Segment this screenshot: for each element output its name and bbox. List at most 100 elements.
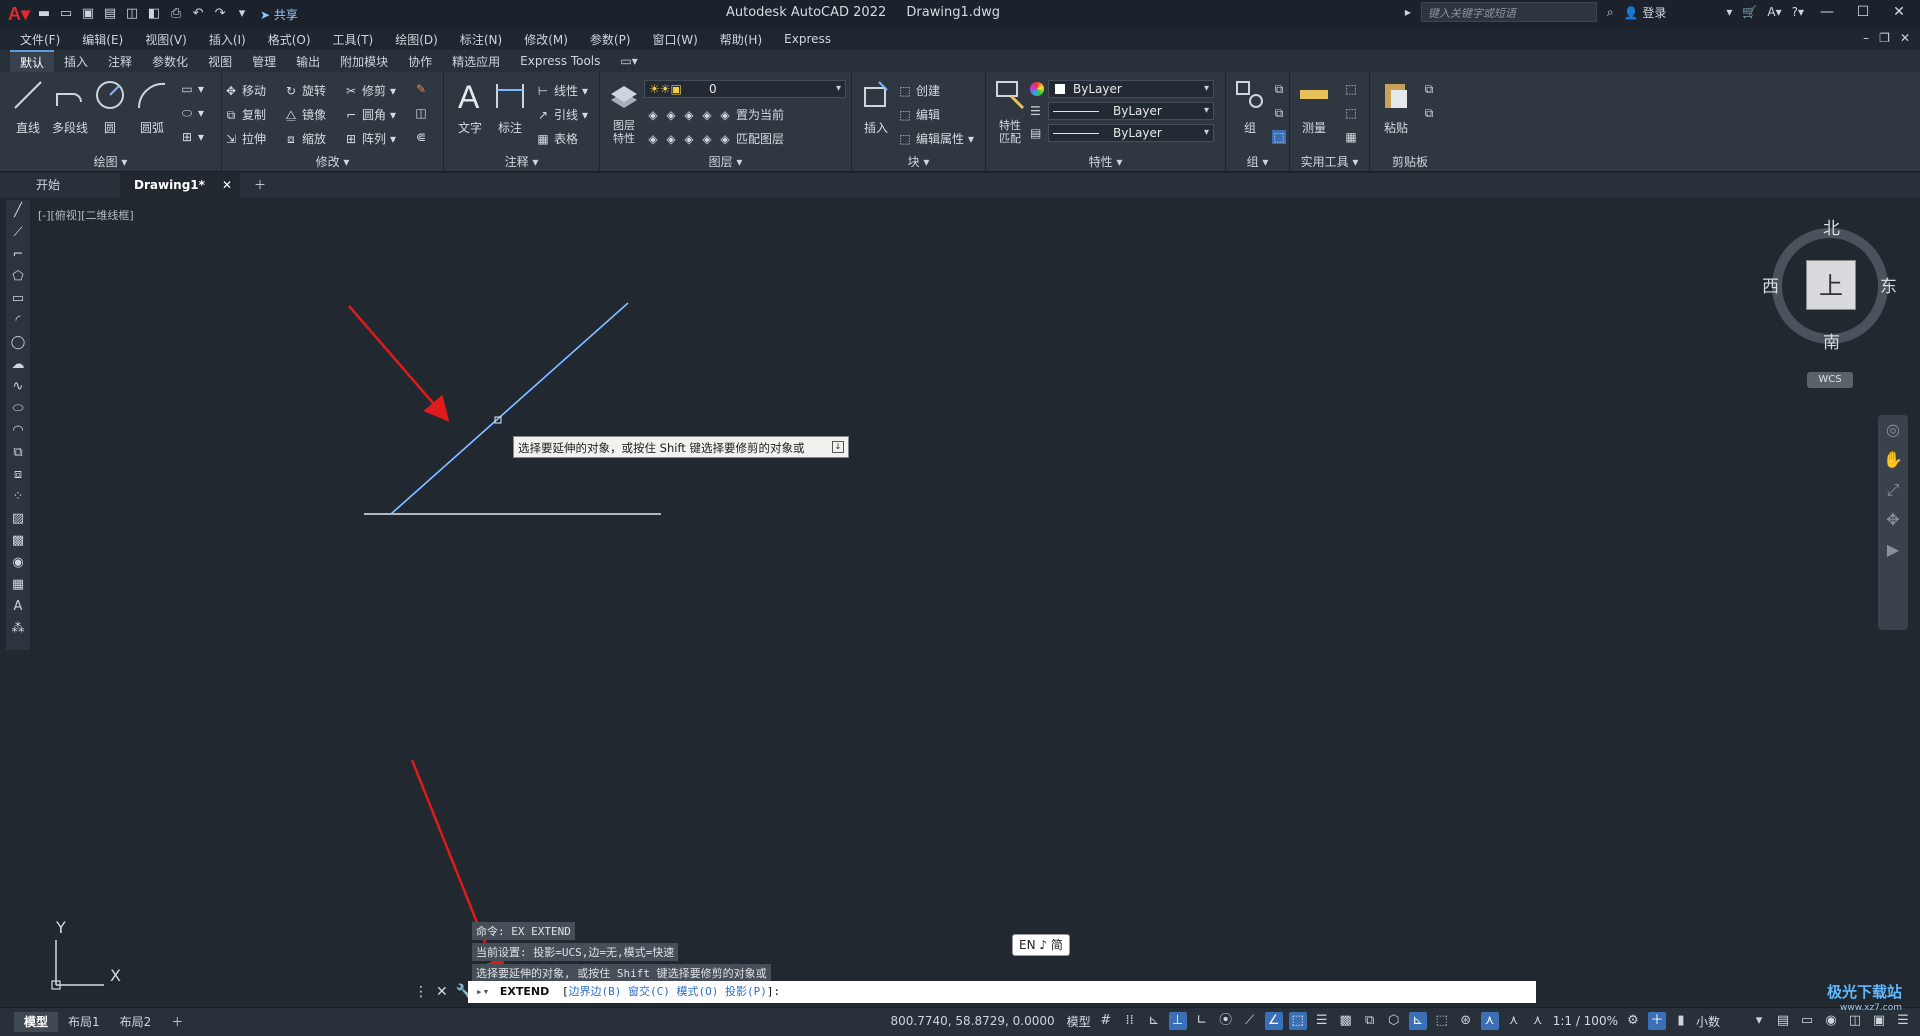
open-folder-icon[interactable]: ▭ bbox=[58, 6, 74, 22]
make-current-icon[interactable]: ◈ bbox=[718, 108, 732, 122]
selection-cycling-icon[interactable]: ⧉ bbox=[1361, 1012, 1379, 1030]
annotation-scale-icon[interactable]: ⋏ bbox=[1529, 1012, 1547, 1030]
panel-block-title[interactable]: 块 ▾ bbox=[852, 153, 985, 170]
wcs-menu-button[interactable]: WCS bbox=[1807, 372, 1853, 388]
menu-window[interactable]: 窗口(W) bbox=[653, 31, 698, 48]
quick-select-tool[interactable]: ⬚ bbox=[1344, 82, 1358, 96]
polar-tracking-icon[interactable]: ⦿ bbox=[1217, 1012, 1235, 1030]
rectangle-tool[interactable]: ▭ ▾ bbox=[180, 82, 204, 96]
copy-clip-tool[interactable]: ⧉ bbox=[1422, 82, 1436, 96]
viewcube[interactable]: 上 北 南 东 西 bbox=[1762, 214, 1898, 353]
help-search-input[interactable]: 键入关键字或短语 bbox=[1420, 2, 1597, 22]
match-properties-tool[interactable]: 特性 匹配 bbox=[988, 78, 1032, 145]
explode-tool[interactable]: ◫ bbox=[414, 106, 428, 120]
panel-draw-title[interactable]: 绘图 ▾ bbox=[0, 153, 221, 170]
workspace-gear-icon[interactable]: ⚙ bbox=[1624, 1012, 1642, 1030]
tab-drawing1[interactable]: Drawing1* ✕ bbox=[120, 173, 240, 197]
plot-icon[interactable]: ⎙ bbox=[168, 6, 184, 22]
menu-format[interactable]: 格式(O) bbox=[268, 31, 311, 48]
move-tool[interactable]: ✥ 移动 bbox=[224, 82, 266, 99]
option-boundary-edge[interactable]: 边界边(B) bbox=[568, 985, 621, 998]
paste-tool[interactable]: 粘贴 bbox=[1374, 78, 1418, 136]
layer-freeze-icon[interactable]: ◈ bbox=[682, 108, 696, 122]
insert-block-tool[interactable]: 插入 bbox=[854, 78, 898, 136]
infer-constraints-icon[interactable]: ⊾ bbox=[1145, 1012, 1163, 1030]
3d-osnap-icon[interactable]: ⬡ bbox=[1385, 1012, 1403, 1030]
group-tool[interactable]: 组 bbox=[1228, 78, 1272, 136]
coordinates-readout[interactable]: 800.7740, 58.8729, 0.0000 bbox=[891, 1014, 1055, 1028]
annotation-visibility-icon[interactable]: ⋏ bbox=[1480, 1012, 1499, 1030]
calculator-tool[interactable]: ▦ bbox=[1344, 130, 1358, 144]
object-snap-icon[interactable]: ⬚ bbox=[1288, 1012, 1307, 1030]
compass-north[interactable]: 北 bbox=[1823, 214, 1840, 239]
offset-tool[interactable]: ⋐ bbox=[414, 130, 428, 144]
doc-close-button[interactable]: ✕ bbox=[1900, 31, 1910, 45]
tab-insert[interactable]: 插入 bbox=[54, 51, 98, 72]
layout-tab-layout2[interactable]: 布局2 bbox=[110, 1012, 162, 1032]
ribbon-display-toggle[interactable]: ▭▾ bbox=[610, 52, 647, 70]
selected-diagonal-line[interactable] bbox=[390, 302, 629, 515]
insert-block-icon[interactable]: ⧉ bbox=[6, 442, 30, 464]
layout-tab-model[interactable]: 模型 bbox=[14, 1012, 59, 1032]
construction-line-icon[interactable]: ⟋ bbox=[6, 222, 30, 244]
customize-dropdown-icon[interactable]: ▾ bbox=[234, 6, 250, 22]
ungroup-tool[interactable]: ⧉ bbox=[1272, 82, 1286, 96]
web-save-icon[interactable]: ◫ bbox=[124, 6, 140, 22]
rectangle-icon[interactable]: ▭ bbox=[6, 288, 30, 310]
tab-view[interactable]: 视图 bbox=[198, 51, 242, 72]
copy-tool[interactable]: ⧉ 复制 bbox=[224, 106, 266, 123]
ellipse-icon[interactable]: ⬭ bbox=[6, 398, 30, 420]
tab-annotate[interactable]: 注释 bbox=[98, 51, 142, 72]
viewcube-top-face[interactable]: 上 bbox=[1806, 260, 1856, 310]
snap-icon[interactable]: ⁞⁞ bbox=[1121, 1012, 1139, 1030]
table-tool[interactable]: ▦ 表格 bbox=[536, 130, 578, 147]
close-command-line-icon[interactable]: ✕ bbox=[436, 984, 448, 1000]
showmotion-icon[interactable]: ▶ bbox=[1878, 535, 1908, 565]
measure-tool[interactable]: 测量 bbox=[1292, 78, 1336, 136]
menu-express[interactable]: Express bbox=[784, 32, 831, 46]
menu-parametric[interactable]: 参数(P) bbox=[590, 31, 631, 48]
menu-modify[interactable]: 修改(M) bbox=[524, 31, 568, 48]
units-dropdown[interactable]: 小数 bbox=[1696, 1013, 1720, 1030]
edit-attribute-tool[interactable]: ⬚ 编辑属性 ▾ bbox=[898, 130, 974, 147]
add-layout-button[interactable]: ＋ bbox=[161, 1012, 193, 1032]
pan-icon[interactable]: ✋ bbox=[1878, 445, 1908, 475]
command-input[interactable]: ▸▾ EXTEND [边界边(B) 窗交(C) 模式(O) 投影(P)]: bbox=[468, 981, 1536, 1003]
trim-tool[interactable]: ✂ 修剪 ▾ bbox=[344, 82, 396, 99]
ellipse-arc-icon[interactable]: ◠ bbox=[6, 420, 30, 442]
undo-icon[interactable]: ↶ bbox=[190, 6, 206, 22]
panel-properties-title[interactable]: 特性 ▾ bbox=[986, 153, 1225, 170]
make-current-label[interactable]: 置为当前 bbox=[736, 106, 784, 123]
viewport-controls[interactable]: [-][俯视][二维线框] bbox=[38, 207, 134, 223]
leader-tool[interactable]: ↗ 引线 ▾ bbox=[536, 106, 588, 123]
layer-lock-icon[interactable]: ◈ bbox=[700, 108, 714, 122]
units-dropdown-caret-icon[interactable]: ▾ bbox=[1750, 1012, 1768, 1030]
close-button[interactable]: ✕ bbox=[1886, 4, 1912, 20]
tooltip-options-icon[interactable]: ↓ bbox=[832, 441, 844, 453]
units-icon[interactable]: ▮ bbox=[1672, 1012, 1690, 1030]
scale-tool[interactable]: ⧈ 缩放 bbox=[284, 130, 326, 147]
menu-help[interactable]: 帮助(H) bbox=[720, 31, 762, 48]
spline-icon[interactable]: ∿ bbox=[6, 376, 30, 398]
tab-featured-apps[interactable]: 精选应用 bbox=[442, 51, 510, 72]
steering-wheel-icon[interactable]: ◎ bbox=[1878, 415, 1908, 445]
panel-groups-title[interactable]: 组 ▾ bbox=[1226, 153, 1289, 170]
hatch-tool[interactable]: ⬭ ▾ bbox=[180, 106, 204, 120]
edit-block-tool[interactable]: ⬚ 编辑 bbox=[898, 106, 940, 123]
text-tool[interactable]: A 文字 bbox=[448, 78, 492, 136]
expand-arrow-icon[interactable]: ▸ bbox=[1405, 5, 1411, 19]
layer-isolate-icon[interactable]: ◈ bbox=[664, 108, 678, 122]
help-icon[interactable]: ?▾ bbox=[1792, 5, 1804, 19]
panel-annotation-title[interactable]: 注释 ▾ bbox=[444, 153, 599, 170]
boundary-tool[interactable]: ⊞ ▾ bbox=[180, 130, 204, 144]
menu-view[interactable]: 视图(V) bbox=[145, 31, 187, 48]
linear-dim-tool[interactable]: ⊢ 线性 ▾ bbox=[536, 82, 588, 99]
color-dropdown[interactable]: ByLayer ▾ bbox=[1048, 80, 1214, 98]
compass-south[interactable]: 南 bbox=[1823, 328, 1840, 353]
layer-unisolate-icon[interactable]: ◈ bbox=[664, 132, 678, 146]
revcloud-icon[interactable]: ☁ bbox=[6, 354, 30, 376]
login-dropdown-icon[interactable]: ▾ bbox=[1726, 5, 1732, 19]
match-layer-icon[interactable]: ◈ bbox=[718, 132, 732, 146]
new-file-icon[interactable]: ▬ bbox=[36, 6, 52, 22]
mirror-tool[interactable]: ⧋ 镜像 bbox=[284, 106, 326, 123]
